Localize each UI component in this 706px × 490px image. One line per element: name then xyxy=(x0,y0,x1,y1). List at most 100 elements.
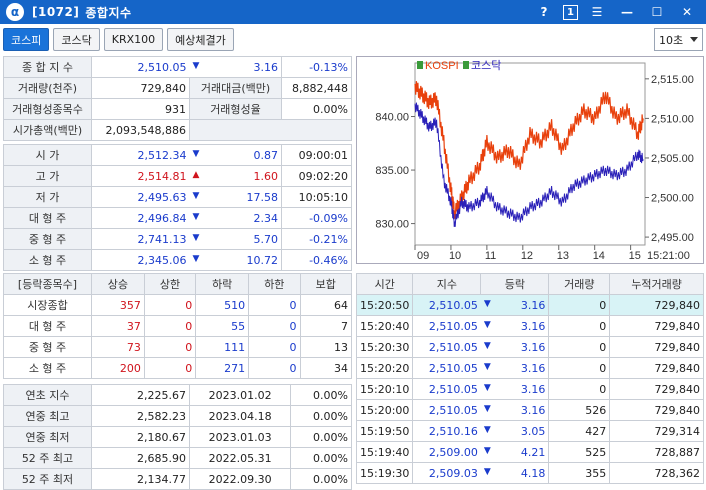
tab-krx100[interactable]: KRX100 xyxy=(103,28,164,51)
tick-index: 2,509.00 xyxy=(412,441,481,463)
ohlc-change: 5.70 xyxy=(253,232,279,246)
ohlc-label: 중 형 주 xyxy=(3,228,92,250)
intraday-chart[interactable]: 2,515.00 2,510.00 2,505.00 2,500.00 2,495.00… xyxy=(356,56,704,264)
tab-kospi[interactable]: 코스피 xyxy=(3,28,50,51)
ohlc-change: 1.60 xyxy=(253,169,279,183)
tick-row[interactable]: 15:20:00 2,510.05 ▼ 3.16 526 729,840 xyxy=(355,399,704,421)
maximize-icon[interactable]: ☐ xyxy=(646,3,668,21)
breadth-table: [등락종목수] 상승 상한 하락 하한 보합 시장종합 357 0 510 0 64 대 형 주 37 0 5… xyxy=(3,273,353,379)
breadth-header-cell: 하한 xyxy=(248,273,301,295)
ohlc-label: 대 형 주 xyxy=(3,207,92,229)
tick-index: 2,510.05 xyxy=(412,294,481,316)
tick-time: 15:19:30 xyxy=(355,462,414,484)
breadth-cell: 0 xyxy=(248,357,301,379)
down-arrow-icon: ▼ xyxy=(483,424,491,435)
down-arrow-icon: ▼ xyxy=(192,253,200,264)
x-tick-label: 15 xyxy=(629,250,641,262)
tick-change: 3.16 xyxy=(520,361,546,375)
breadth-label: 대 형 주 xyxy=(3,315,92,337)
breadth-cell: 510 xyxy=(195,294,250,316)
tick-change: 4.18 xyxy=(520,466,546,480)
breadth-cell: 271 xyxy=(195,357,250,379)
ohlc-label: 시 가 xyxy=(3,144,92,166)
tick-row[interactable]: 15:20:50 2,510.05 ▼ 3.16 0 729,840 xyxy=(355,294,704,316)
tick-time: 15:20:10 xyxy=(355,378,414,400)
yearly-row: 연중 최저 2,180.67 2023.01.03 0.00% xyxy=(3,426,352,448)
page-number-button[interactable]: 1 xyxy=(563,4,578,20)
volume-value: 729,840 xyxy=(91,77,190,99)
tick-row[interactable]: 15:19:30 2,509.03 ▼ 4.18 355 728,362 xyxy=(355,462,704,484)
help-button[interactable]: ? xyxy=(533,3,555,21)
down-arrow-icon: ▼ xyxy=(483,466,491,477)
breadth-cell: 34 xyxy=(299,357,353,379)
yearly-row: 연중 최고 2,582.23 2023.04.18 0.00% xyxy=(3,405,352,427)
tick-row[interactable]: 15:20:40 2,510.05 ▼ 3.16 0 729,840 xyxy=(355,315,704,337)
yearly-cell: 2,134.77 xyxy=(91,468,190,490)
tick-row[interactable]: 15:20:20 2,510.05 ▼ 3.16 0 729,840 xyxy=(355,357,704,379)
yearly-label: 52 주 최고 xyxy=(3,447,92,469)
tick-change: 3.16 xyxy=(520,403,546,417)
breadth-header-cell: 하락 xyxy=(195,273,250,295)
tick-row[interactable]: 15:20:30 2,510.05 ▼ 3.16 0 729,840 xyxy=(355,336,704,358)
down-arrow-icon: ▼ xyxy=(483,382,491,393)
menu-icon[interactable]: ☰ xyxy=(586,3,608,21)
tab-expected[interactable]: 예상체결가 xyxy=(167,28,234,51)
tick-index: 2,510.05 xyxy=(412,315,481,337)
down-arrow-icon: ▼ xyxy=(192,148,200,159)
close-icon[interactable]: ✕ xyxy=(676,3,698,21)
breadth-row: 시장종합 357 0 510 0 64 xyxy=(3,294,353,316)
right-tick-label: 2,510.00 xyxy=(651,113,694,125)
yearly-label: 연초 지수 xyxy=(3,384,92,406)
index-change: 3.16 xyxy=(253,60,279,74)
tick-row[interactable]: 15:19:50 2,510.16 ▼ 3.05 427 729,314 xyxy=(355,420,704,442)
ohlc-extra: 09:02:20 xyxy=(281,165,352,187)
tick-header: 시간 지수 등락 거래량 누적거래량 xyxy=(355,273,704,295)
tick-change: 3.16 xyxy=(520,298,546,312)
tick-time: 15:19:40 xyxy=(355,441,414,463)
tick-time: 15:20:40 xyxy=(355,315,414,337)
yearly-cell: 0.00% xyxy=(290,384,352,406)
breadth-cell: 55 xyxy=(195,315,250,337)
tick-row[interactable]: 15:19:40 2,509.00 ▼ 4.21 525 728,887 xyxy=(355,441,704,463)
index-value: 2,510.05 xyxy=(91,56,190,78)
kospi-legend-swatch xyxy=(417,61,423,69)
down-arrow-icon: ▼ xyxy=(192,190,200,201)
tick-change: 3.16 xyxy=(520,340,546,354)
tick-cumulative: 728,362 xyxy=(609,462,704,484)
ohlc-value: 2,496.84 xyxy=(91,207,190,229)
interval-select[interactable]: 10초 xyxy=(654,28,703,51)
left-tick-label: 830.00 xyxy=(375,219,409,231)
yearly-cell: 2023.01.03 xyxy=(188,426,292,448)
ohlc-row: 고 가 2,514.81 ▲ 1.60 09:02:20 xyxy=(3,165,352,187)
down-arrow-icon: ▼ xyxy=(483,445,491,456)
kospi-legend: KOSPI xyxy=(425,60,459,72)
breadth-cell: 357 xyxy=(91,294,145,316)
tick-change: 3.16 xyxy=(520,382,546,396)
right-tick-label: 2,495.00 xyxy=(651,232,694,244)
minimize-icon[interactable]: — xyxy=(616,3,638,21)
tab-kosdaq[interactable]: 코스닥 xyxy=(53,28,100,51)
yearly-cell: 2023.04.18 xyxy=(188,405,292,427)
plot-area xyxy=(414,62,646,246)
summary-label: 거래량(천주) xyxy=(3,77,92,99)
yearly-cell: 2023.01.02 xyxy=(188,384,292,406)
window-code: [1072] xyxy=(32,5,80,19)
app-logo-icon: α xyxy=(6,3,24,21)
tick-header-cell: 누적거래량 xyxy=(609,273,704,295)
tick-time: 15:20:50 xyxy=(355,294,414,316)
summary-label: 거래형성율 xyxy=(189,98,282,120)
market-tabs: 코스피 코스닥 KRX100 예상체결가 xyxy=(3,28,238,52)
ohlc-value: 2,495.63 xyxy=(91,186,190,208)
amount-value: 8,882,448 xyxy=(281,77,352,99)
tick-change: 4.21 xyxy=(520,445,546,459)
tick-index: 2,510.05 xyxy=(412,399,481,421)
breadth-cell: 73 xyxy=(91,336,145,358)
yearly-row: 52 주 최고 2,685.90 2022.05.31 0.00% xyxy=(3,447,352,469)
tick-row[interactable]: 15:20:10 2,510.05 ▼ 3.16 0 729,840 xyxy=(355,378,704,400)
ohlc-change: 2.34 xyxy=(253,211,279,225)
down-arrow-icon: ▼ xyxy=(192,211,200,222)
ohlc-extra: 09:00:01 xyxy=(281,144,352,166)
market-cap-value: 2,093,548,886 xyxy=(91,119,190,141)
tick-index: 2,510.16 xyxy=(412,420,481,442)
right-tick-label: 2,500.00 xyxy=(651,193,694,205)
